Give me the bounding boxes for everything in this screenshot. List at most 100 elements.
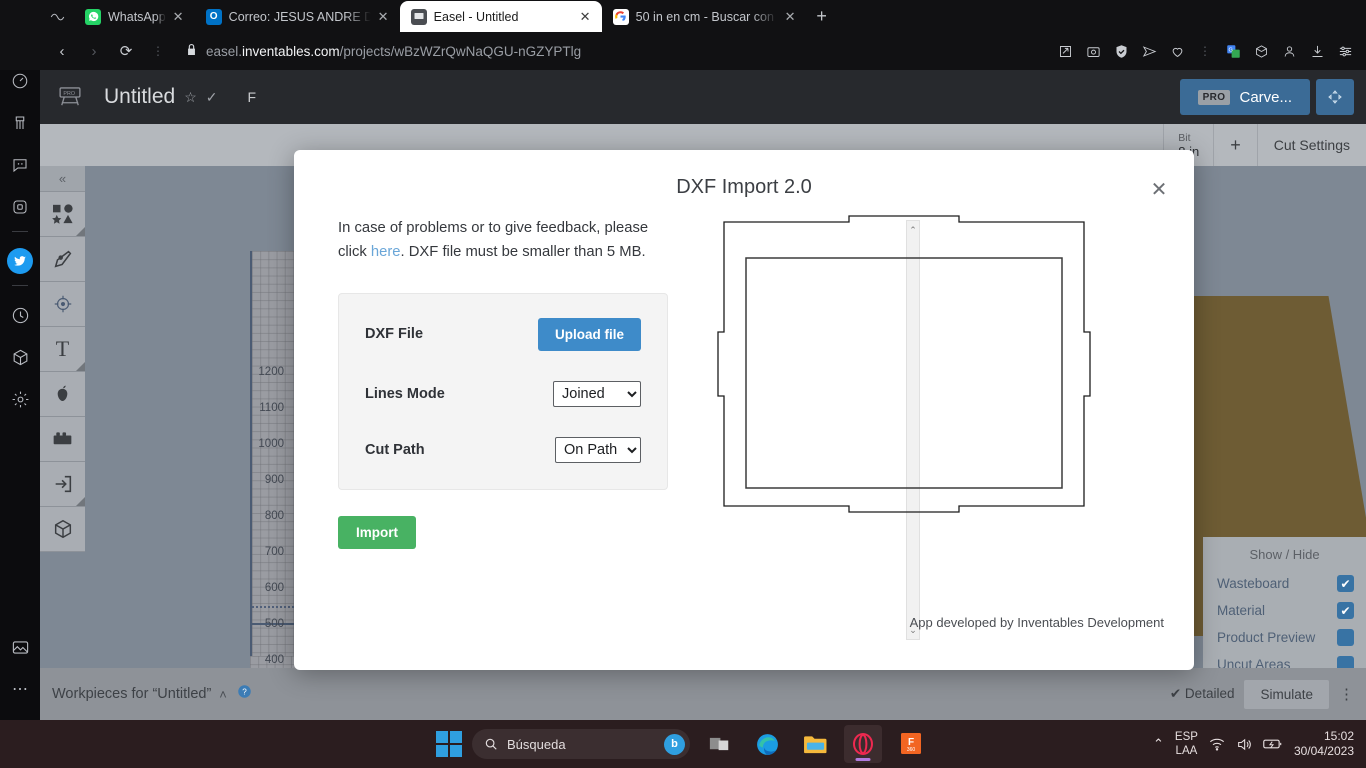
tab-label: Correo: JESUS ANDRE DE L: [228, 9, 371, 24]
lines-mode-label: Lines Mode: [365, 385, 445, 402]
shapes-tool[interactable]: [40, 192, 85, 237]
menu-item-file[interactable]: F: [248, 89, 257, 105]
back-button[interactable]: ‹: [48, 37, 76, 65]
page-title[interactable]: Untitled: [104, 85, 175, 109]
import-tool[interactable]: [40, 462, 85, 507]
language-indicator[interactable]: ESP LAA: [1175, 730, 1198, 758]
clock-time: 15:02: [1323, 729, 1354, 744]
lines-mode-row: Lines Mode Joined: [365, 380, 641, 407]
tab-close-icon[interactable]: ✕: [580, 10, 594, 23]
lock-icon: [186, 43, 197, 59]
instagram-icon[interactable]: [5, 192, 35, 222]
cube-icon[interactable]: [1248, 38, 1274, 64]
forward-button[interactable]: ›: [80, 37, 108, 65]
wifi-icon[interactable]: [1209, 737, 1225, 751]
cleaner-icon[interactable]: [5, 108, 35, 138]
cube-3d-tool[interactable]: [40, 507, 85, 552]
twitter-icon[interactable]: [5, 246, 35, 276]
google-translate-icon[interactable]: G: [1220, 38, 1246, 64]
cut-path-select[interactable]: On Path: [555, 436, 641, 463]
opera-sidebar[interactable]: ⋯: [0, 0, 40, 720]
cube-icon[interactable]: [5, 342, 35, 372]
shield-icon[interactable]: [1108, 38, 1134, 64]
url-path: /projects/wBzWZrQwNaQGU-nGZYPTlg: [339, 43, 582, 59]
pro-badge: PRO: [1197, 89, 1231, 105]
clock[interactable]: 15:02 30/04/2023: [1294, 729, 1354, 758]
dots-icon[interactable]: ⋮: [1192, 38, 1218, 64]
messenger-icon[interactable]: [5, 150, 35, 180]
tab-close-icon[interactable]: ✕: [378, 10, 392, 23]
url-domain: inventables.com: [242, 43, 340, 59]
drill-target-tool[interactable]: [40, 282, 85, 327]
download-icon[interactable]: [1304, 38, 1330, 64]
task-view-icon[interactable]: [700, 725, 738, 763]
foxit-pdf-icon[interactable]: F 360: [892, 725, 930, 763]
lang-top: ESP: [1174, 730, 1198, 743]
file-explorer-icon[interactable]: [796, 725, 834, 763]
easel-menu[interactable]: F: [248, 89, 257, 105]
search-icon: [485, 738, 497, 750]
upload-file-button[interactable]: Upload file: [537, 317, 641, 351]
import-button[interactable]: Import: [338, 515, 416, 549]
search-placeholder: Búsqueda: [507, 736, 566, 752]
tab-pinned-workspaces[interactable]: [40, 1, 74, 32]
image-icon[interactable]: [5, 632, 35, 662]
pen-tool[interactable]: [40, 237, 85, 282]
battery-charging-icon[interactable]: [1263, 737, 1283, 751]
history-icon[interactable]: [5, 300, 35, 330]
profile-icon[interactable]: [1276, 38, 1302, 64]
microsoft-edge-icon[interactable]: [748, 725, 786, 763]
carve-area: PRO Carve...: [1179, 79, 1354, 115]
whatsapp-icon: [85, 8, 101, 25]
favorite-star-icon[interactable]: ☆: [184, 89, 197, 106]
carve-button[interactable]: PRO Carve...: [1179, 79, 1310, 115]
settings-icon[interactable]: [5, 384, 35, 414]
collapse-toolbar-button[interactable]: «: [40, 166, 85, 192]
tab-close-icon[interactable]: ✕: [785, 10, 799, 23]
heart-icon[interactable]: [1164, 38, 1190, 64]
apps-apple-tool[interactable]: [40, 372, 85, 417]
expand-icon[interactable]: [1316, 79, 1354, 115]
windows-start-icon[interactable]: [436, 731, 462, 757]
url-field[interactable]: easel.inventables.com/projects/wBzWZrQwN…: [176, 37, 1048, 65]
send-icon[interactable]: [1136, 38, 1162, 64]
taskbar-center: Búsqueda b F 360: [436, 725, 930, 763]
search-input[interactable]: Búsqueda b: [472, 729, 690, 759]
tab-easel[interactable]: Easel - Untitled ✕: [399, 1, 602, 32]
page-menu-icon[interactable]: ⋮: [144, 37, 172, 65]
dialog-left-column: In case of problems or to give feedback,…: [338, 216, 668, 636]
tab-close-icon[interactable]: ✕: [173, 10, 187, 23]
library-brick-tool[interactable]: [40, 417, 85, 462]
tray-chevron-icon[interactable]: ⌃: [1153, 736, 1164, 752]
lines-mode-select[interactable]: Joined: [553, 380, 641, 407]
system-tray: ⌃ ESP LAA 15:02 30/04/2023: [1153, 729, 1366, 758]
tab-label: Easel - Untitled: [433, 9, 519, 24]
bing-icon[interactable]: b: [664, 733, 685, 755]
text-tool[interactable]: T: [40, 327, 85, 372]
outlook-icon: O: [205, 8, 222, 25]
tab-google-search[interactable]: 50 in en cm - Buscar con G ✕: [602, 1, 807, 32]
easy-setup-icon[interactable]: [1332, 38, 1358, 64]
snapshot-icon[interactable]: [1080, 38, 1106, 64]
modal-overlay: DXF Import 2.0 ✕ In case of problems or …: [80, 140, 1366, 720]
sidebar-divider-2: [12, 285, 28, 286]
address-bar: ‹ › ⟳ ⋮ easel.inventables.com/projects/w…: [40, 32, 1366, 70]
new-tab-button[interactable]: +: [807, 1, 837, 32]
tab-outlook[interactable]: O Correo: JESUS ANDRE DE L ✕: [195, 1, 400, 32]
easel-pro-logo[interactable]: PRO: [52, 83, 88, 111]
reload-button[interactable]: ⟳: [112, 37, 140, 65]
feedback-link[interactable]: here: [371, 244, 401, 260]
close-icon[interactable]: ✕: [1146, 176, 1172, 202]
tab-label: WhatsApp: [108, 9, 166, 24]
easel-tool-rail: « T: [40, 166, 85, 720]
dxf-preview-panel[interactable]: App developed by Inventables Development: [694, 210, 1164, 630]
opera-icon[interactable]: [844, 725, 882, 763]
tab-whatsapp[interactable]: WhatsApp ✕: [74, 1, 195, 32]
more-icon[interactable]: ⋯: [5, 674, 35, 704]
volume-icon[interactable]: [1236, 737, 1252, 752]
pin-page-icon[interactable]: [1052, 38, 1078, 64]
settings-card: DXF File Upload file Lines Mode Joined C…: [338, 292, 668, 490]
url-subdomain: easel.: [206, 43, 243, 59]
clock-date: 30/04/2023: [1293, 744, 1354, 758]
speed-dial-icon[interactable]: [5, 66, 35, 96]
